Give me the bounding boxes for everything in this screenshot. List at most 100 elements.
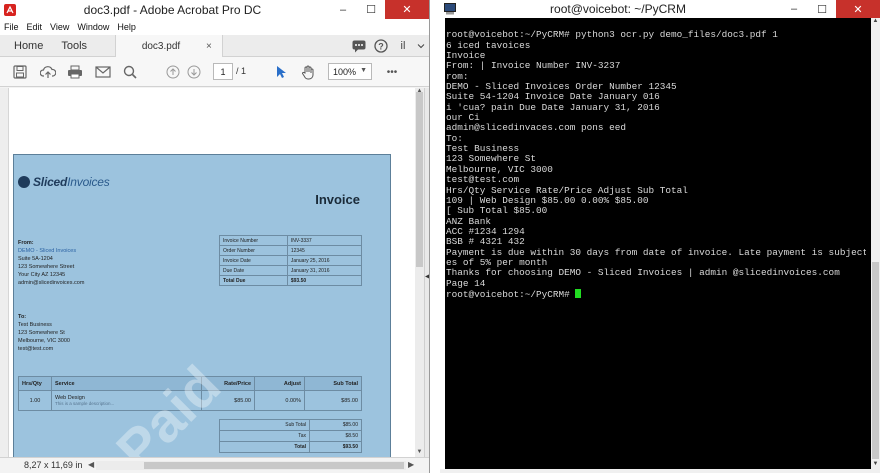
logo-light: Invoices: [67, 175, 110, 189]
svg-text:?: ?: [378, 42, 384, 52]
tabs-bar: Home Tools doc3.pdf × ? il: [0, 35, 429, 57]
table-row: Due Date January 31, 2016: [219, 265, 363, 276]
terminal-title-bar: root@voicebot: ~/PyCRM – ☐ ✕: [440, 0, 880, 19]
meta-key: Invoice Date: [219, 255, 288, 266]
terminal-line: 6 iced tavoices: [446, 39, 531, 51]
terminal-scroll-thumb[interactable]: [872, 262, 879, 459]
vertical-scrollbar[interactable]: ▲ ▼: [415, 88, 424, 457]
scroll-thumb[interactable]: [416, 92, 423, 267]
close-button[interactable]: ✕: [836, 0, 880, 19]
left-panel-strip: [0, 88, 9, 457]
logo-icon: [18, 176, 30, 188]
scroll-right-icon[interactable]: ▶: [408, 460, 414, 469]
meta-value: 12345: [286, 245, 363, 256]
scroll-up-icon[interactable]: ▲: [871, 18, 880, 26]
scroll-left-icon[interactable]: ◀: [88, 460, 94, 469]
menu-window[interactable]: Window: [77, 22, 109, 32]
total-key: Sub Total: [219, 419, 310, 431]
window-gap: [431, 0, 440, 473]
toolbar: 1 / 1 100% ▼ •••: [0, 57, 429, 87]
upload-cloud-icon[interactable]: [40, 64, 56, 80]
terminal-prompt: root@voicebot:~/PyCRM#: [446, 288, 576, 300]
from-line: admin@slicedinvoices.com: [18, 280, 85, 286]
terminal-bottom-border: [440, 469, 880, 473]
horizontal-scrollbar[interactable]: [96, 461, 406, 470]
close-tab-icon[interactable]: ×: [206, 41, 222, 52]
table-row: Sub Total $85.00: [219, 419, 362, 431]
menu-file[interactable]: File: [4, 22, 19, 32]
to-line: 123 Somewhere St: [18, 330, 65, 336]
to-label: To:: [18, 314, 27, 320]
tab-doc3[interactable]: doc3.pdf ×: [115, 35, 223, 57]
meta-key: Order Number: [219, 245, 288, 256]
acrobat-window: doc3.pdf - Adobe Acrobat Pro DC – ☐ ✕ Fi…: [0, 0, 430, 473]
total-value: $8.50: [309, 430, 362, 442]
scroll-down-icon[interactable]: ▼: [871, 461, 880, 469]
logo-text: SlicedInvoices: [33, 175, 110, 189]
account-initials[interactable]: il: [395, 38, 411, 54]
item-qty: 1.00: [18, 390, 52, 411]
acrobat-title-bar: doc3.pdf - Adobe Acrobat Pro DC – ☐ ✕: [0, 0, 429, 19]
total-key: Tax: [219, 430, 310, 442]
invoice-page: SlicedInvoices Invoice From: DEMO - Slic…: [13, 154, 391, 457]
scroll-down-icon[interactable]: ▼: [415, 449, 424, 457]
meta-key: Total Due: [219, 275, 288, 286]
document-area: SlicedInvoices Invoice From: DEMO - Slic…: [0, 88, 429, 457]
total-key: Total: [219, 441, 310, 453]
save-icon[interactable]: [12, 64, 28, 80]
minimize-button[interactable]: –: [329, 0, 357, 19]
zoom-select[interactable]: 100% ▼: [328, 63, 372, 80]
email-icon[interactable]: [95, 64, 111, 80]
from-line: Suite 5A-1204: [18, 256, 53, 262]
putty-app-icon: [443, 3, 456, 16]
hand-tool-icon[interactable]: [300, 64, 316, 80]
logo-strong: Sliced: [33, 175, 68, 189]
invoice-title: Invoice: [315, 192, 360, 207]
right-panel-toggle[interactable]: ◀: [424, 88, 429, 457]
terminal-line: Page 14: [446, 277, 486, 289]
terminal-scrollbar[interactable]: ▲ ▼: [871, 18, 880, 469]
terminal-line: admin@slicedinvaces.com pons eed: [446, 122, 627, 134]
tabs-right-tools: ? il: [345, 38, 425, 54]
next-page-icon[interactable]: [186, 64, 202, 80]
page-number-input[interactable]: 1: [213, 63, 233, 80]
zoom-value: 100%: [333, 66, 357, 77]
tab-tools[interactable]: Tools: [52, 35, 96, 57]
more-tools-icon[interactable]: •••: [384, 64, 400, 80]
table-row: Invoice Date January 25, 2016: [219, 255, 363, 266]
close-button[interactable]: ✕: [385, 0, 429, 19]
search-icon[interactable]: [122, 64, 138, 80]
maximize-button[interactable]: ☐: [357, 0, 385, 19]
print-icon[interactable]: [67, 64, 83, 80]
col-adjust: Adjust: [254, 376, 305, 391]
total-value: $93.50: [309, 441, 362, 453]
chevron-down-icon[interactable]: [417, 38, 425, 54]
help-icon[interactable]: ?: [373, 38, 389, 54]
menu-view[interactable]: View: [50, 22, 69, 32]
comment-icon[interactable]: [351, 38, 367, 54]
terminal-screen[interactable]: root@voicebot:~/PyCRM# python3 ocr.py de…: [445, 18, 871, 469]
maximize-button[interactable]: ☐: [808, 0, 836, 19]
menu-edit[interactable]: Edit: [27, 22, 43, 32]
status-bar: 8,27 x 11,69 in ◀ ▶: [0, 457, 429, 473]
meta-value: INV-3337: [286, 235, 363, 246]
menu-help[interactable]: Help: [117, 22, 136, 32]
select-cursor-icon[interactable]: [273, 64, 289, 80]
from-block: From: DEMO - Sliced Invoices Suite 5A-12…: [18, 239, 84, 287]
total-value: $85.00: [309, 419, 362, 431]
terminal-line: From: | Invoice Number INV-3237: [446, 60, 621, 72]
menu-bar: File Edit View Window Help: [0, 19, 429, 35]
hscroll-thumb[interactable]: [144, 462, 404, 469]
tab-home[interactable]: Home: [0, 35, 52, 57]
page-total: / 1: [236, 66, 247, 76]
chevron-down-icon: ▼: [360, 67, 367, 74]
terminal-cursor: [575, 288, 582, 298]
item-subtotal: $85.00: [304, 390, 362, 411]
invoice-totals-table: Sub Total $85.00 Tax $8.50 Total $93.50: [219, 419, 362, 453]
from-line: Your City AZ 12345: [18, 272, 66, 278]
minimize-button[interactable]: –: [780, 0, 808, 19]
to-line: Test Business: [18, 322, 52, 328]
meta-key: Due Date: [219, 265, 288, 276]
expand-panel-icon[interactable]: ◀: [425, 273, 429, 280]
previous-page-icon[interactable]: [165, 64, 181, 80]
